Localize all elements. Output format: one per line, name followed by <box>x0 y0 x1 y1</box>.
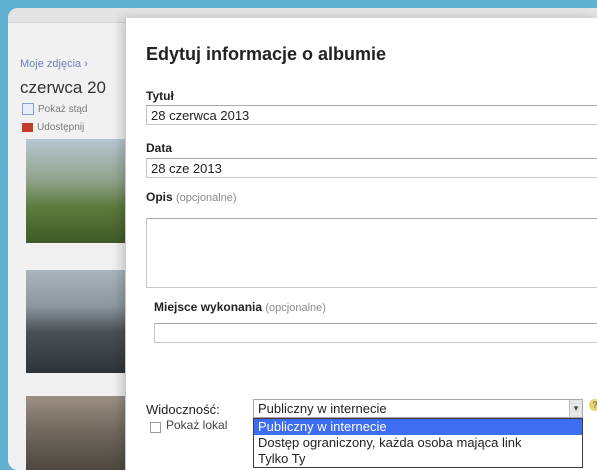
description-textarea[interactable] <box>146 218 597 288</box>
description-label-text: Opis <box>146 190 173 204</box>
description-label: Opis (opcjonalne) <box>146 190 237 204</box>
location-label: Miejsce wykonania (opcjonalne) <box>154 300 326 314</box>
visibility-option-private[interactable]: Tylko Ty <box>254 451 582 467</box>
date-label: Data <box>146 141 173 155</box>
help-icon[interactable]: ? <box>589 399 597 411</box>
visibility-label: Widoczność: <box>146 402 220 417</box>
visibility-dropdown-list: Publiczny w internecie Dostęp ograniczon… <box>253 418 583 468</box>
visibility-option-public[interactable]: Publiczny w internecie <box>254 419 582 435</box>
slideshow-label: Pokaż stąd <box>38 103 88 115</box>
share-action[interactable]: Udostępnij <box>22 122 84 133</box>
show-location-label: Pokaż lokal <box>166 418 228 432</box>
visibility-select[interactable]: Publiczny w internecie ▾ <box>253 399 583 418</box>
photo-thumbnail[interactable] <box>26 270 128 373</box>
date-input[interactable]: 28 cze 2013 <box>146 158 597 178</box>
breadcrumb[interactable]: Moje zdjęcia › <box>20 58 88 70</box>
share-label: Udostępnij <box>37 122 85 133</box>
chevron-down-icon[interactable]: ▾ <box>569 400 582 417</box>
title-label: Tytuł <box>146 89 174 103</box>
album-title: czerwca 20 <box>20 78 106 97</box>
share-icon <box>22 123 33 132</box>
location-label-text: Miejsce wykonania <box>154 300 263 314</box>
title-input[interactable]: 28 czerwca 2013 <box>146 105 597 125</box>
location-input[interactable] <box>154 323 597 343</box>
description-optional: (opcjonalne) <box>176 192 237 204</box>
app-window: Moje zdjęcia › czerwca 20 Pokaż stąd Udo… <box>8 8 597 470</box>
dialog-title: Edytuj informacje o albumie <box>146 44 387 64</box>
visibility-option-link[interactable]: Dostęp ograniczony, każda osoba mająca l… <box>254 435 582 451</box>
location-optional: (opcjonalne) <box>265 302 326 314</box>
photo-thumbnail[interactable] <box>26 396 128 470</box>
slideshow-action[interactable]: Pokaż stąd <box>22 103 87 115</box>
photo-thumbnail[interactable] <box>26 139 128 243</box>
edit-album-dialog: Edytuj informacje o albumie Tytuł 28 cze… <box>125 18 597 470</box>
show-location-checkbox[interactable] <box>150 422 161 433</box>
slideshow-icon <box>22 103 34 115</box>
visibility-selected-value: Publiczny w internecie <box>258 401 387 416</box>
